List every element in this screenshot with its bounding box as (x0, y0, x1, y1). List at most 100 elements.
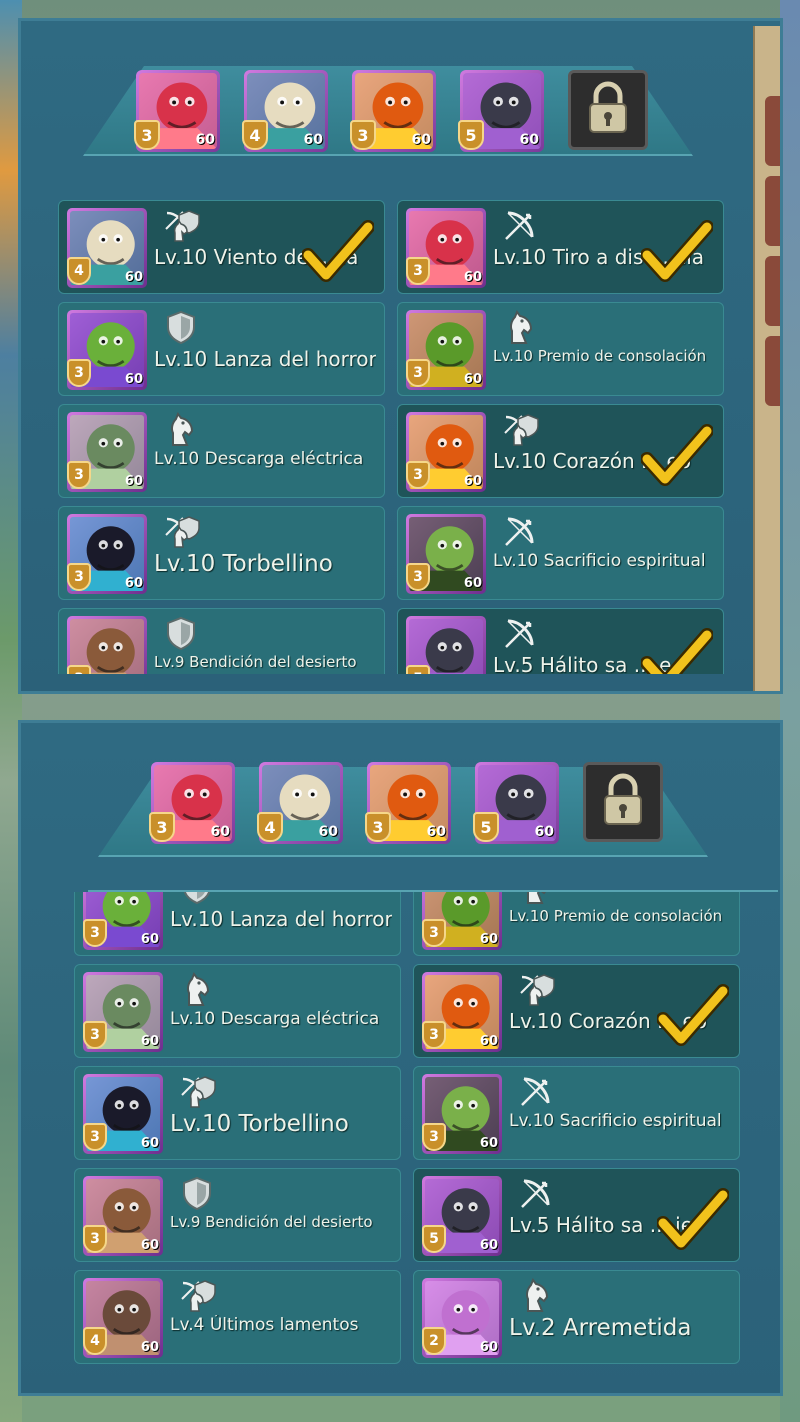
skill-card[interactable]: 360Lv.9 Bendición del desierto (58, 608, 385, 674)
checkmark-icon (640, 423, 714, 487)
checkmark-icon (640, 219, 714, 283)
team-hero-slot[interactable]: 4 60 (257, 762, 343, 844)
team-hero-slot[interactable]: 5 60 (458, 70, 544, 152)
team-hero-slot[interactable]: 5 60 (473, 762, 559, 844)
skill-name: Lv.9 Bendición del desierto (154, 653, 357, 671)
skill-hero-portrait: 3 60 (83, 1074, 163, 1154)
hero-level: 60 (479, 1238, 498, 1253)
skill-card[interactable]: 3 60 Lv.10 Sacrificio espiritual (413, 1066, 740, 1160)
archer-defense-icon (163, 513, 200, 549)
skill-card[interactable]: 560Lv.5 Hálito sa ... e (397, 608, 724, 674)
skill-hero-portrait: 3 60 (67, 310, 147, 390)
team-row: 3 60 4 60 3 60 5 60 (134, 70, 648, 152)
side-panel (753, 26, 783, 694)
skill-card[interactable]: 3 60 Lv.10 Corazón ... eo (397, 404, 724, 498)
skill-hero-portrait: 3 60 (422, 1074, 502, 1154)
locked-slot[interactable] (583, 762, 663, 842)
side-tab[interactable] (765, 176, 781, 246)
skills-list-viewport[interactable]: 4 60 Lv.10 Viento de ... ia 3 60 Lv.10 Tiro a… (18, 196, 783, 674)
archer-defense-icon (179, 1277, 216, 1313)
team-hero-slot[interactable]: 3 60 (134, 70, 220, 152)
skill-card[interactable]: 360Lv.9 Bendición del desierto (74, 1168, 401, 1262)
team-hero-slot[interactable]: 3 60 (149, 762, 235, 844)
star-rank-badge: 3 (365, 812, 391, 842)
hero-level: 60 (124, 270, 143, 285)
skill-hero-portrait: 3 60 (83, 972, 163, 1052)
star-rank-badge: 4 (257, 812, 283, 842)
team-row: 3 60 4 60 3 60 5 60 (149, 762, 663, 844)
hero-level: 60 (479, 1136, 498, 1151)
star-rank-badge: 3 (149, 812, 175, 842)
checkmark-icon (656, 983, 730, 1047)
locked-slot[interactable] (568, 70, 648, 150)
skill-name: Lv.10 Lanza del horror (170, 907, 392, 931)
skill-card[interactable]: 2 60 Lv.2 Arremetida (413, 1270, 740, 1364)
skill-card[interactable]: 3 60 Lv.10 Corazón ... eo (413, 964, 740, 1058)
skill-name: Lv.10 Sacrificio espiritual (493, 551, 706, 571)
skill-name: Lv.10 Descarga eléctrica (154, 449, 364, 469)
bow-icon (502, 207, 538, 243)
team-hero-slot[interactable]: 3 60 (365, 762, 451, 844)
skill-name: Lv.10 Descarga eléctrica (170, 1009, 380, 1029)
shield-icon (163, 615, 199, 651)
skill-hero-portrait: 3 60 (406, 514, 486, 594)
skill-hero-portrait: 4 60 (67, 208, 147, 288)
cavalry-icon (518, 892, 554, 905)
skill-name: Lv.10 Premio de consolación (509, 907, 723, 925)
lock-icon (598, 772, 648, 832)
side-tab[interactable] (765, 256, 781, 326)
star-rank-badge: 4 (83, 1327, 107, 1355)
star-rank-badge: 5 (422, 1225, 446, 1253)
skill-card[interactable]: 4 60 Lv.4 Últimos lamentos (74, 1270, 401, 1364)
skill-card[interactable]: 3 60 Lv.10 Torbellino (74, 1066, 401, 1160)
team-hero-slot[interactable]: 3 60 (350, 70, 436, 152)
hero-level: 60 (463, 270, 482, 285)
hero-level: 60 (411, 132, 431, 148)
skill-card[interactable]: 3 60 Lv.10 Descarga eléctrica (74, 964, 401, 1058)
hero-level: 60 (426, 824, 446, 840)
hero-level: 60 (479, 1340, 498, 1355)
skill-hero-portrait: 3 60 (406, 412, 486, 492)
checkmark-icon (301, 219, 375, 283)
star-rank-badge: 3 (67, 461, 91, 489)
skill-hero-portrait: 3 60 (83, 1176, 163, 1256)
shield-icon (179, 892, 215, 905)
side-tab[interactable] (765, 336, 781, 406)
archer-defense-icon (163, 207, 200, 243)
hero-level: 60 (140, 1136, 159, 1151)
skill-card[interactable]: 3 60 Lv.10 Torbellino (58, 506, 385, 600)
skill-card[interactable]: 3 60 Lv.10 Lanza del horror (58, 302, 385, 396)
skill-card[interactable]: 3 60 Lv.10 Premio de consolación (413, 892, 740, 956)
star-rank-badge: 3 (422, 1021, 446, 1049)
team-hero-slot[interactable]: 4 60 (242, 70, 328, 152)
skill-card[interactable]: 4 60 Lv.10 Viento de ... ia (58, 200, 385, 294)
skill-card[interactable]: 3 60 Lv.10 Tiro a dis ... cia (397, 200, 724, 294)
background-right (780, 0, 800, 1422)
hero-level: 60 (463, 372, 482, 387)
skill-card[interactable]: 5 60 Lv.5 Hálito sa ... je (413, 1168, 740, 1262)
star-rank-badge: 3 (67, 563, 91, 591)
archer-defense-icon (502, 411, 539, 447)
star-rank-badge: 3 (134, 120, 160, 150)
star-rank-badge: 3 (422, 1123, 446, 1151)
hero-level: 60 (140, 1034, 159, 1049)
skill-card[interactable]: 3 60 Lv.10 Premio de consolación (397, 302, 724, 396)
bow-icon (502, 513, 538, 549)
skill-card[interactable]: 3 60 Lv.10 Lanza del horror (74, 892, 401, 956)
star-rank-badge: 4 (242, 120, 268, 150)
skill-card[interactable]: 3 60 Lv.10 Descarga eléctrica (58, 404, 385, 498)
skill-name: Lv.10 Torbellino (154, 551, 333, 577)
skill-card[interactable]: 3 60 Lv.10 Sacrificio espiritual (397, 506, 724, 600)
cavalry-icon (163, 411, 199, 447)
skill-name: Lv.10 Premio de consolación (493, 347, 707, 365)
star-rank-badge: 3 (83, 1123, 107, 1151)
star-rank-badge: 3 (67, 665, 91, 674)
hero-level: 60 (479, 932, 498, 947)
bow-icon (518, 1073, 554, 1109)
side-tab[interactable] (765, 96, 781, 166)
skill-name: Lv.10 Sacrificio espiritual (509, 1111, 722, 1131)
hero-level: 60 (195, 132, 215, 148)
skills-list-viewport[interactable]: 3 60 Lv.10 Lanza del horror 3 60 Lv.10 Premio… (18, 892, 783, 1390)
skill-hero-portrait: 3 60 (67, 514, 147, 594)
skill-hero-portrait: 2 60 (422, 1278, 502, 1358)
